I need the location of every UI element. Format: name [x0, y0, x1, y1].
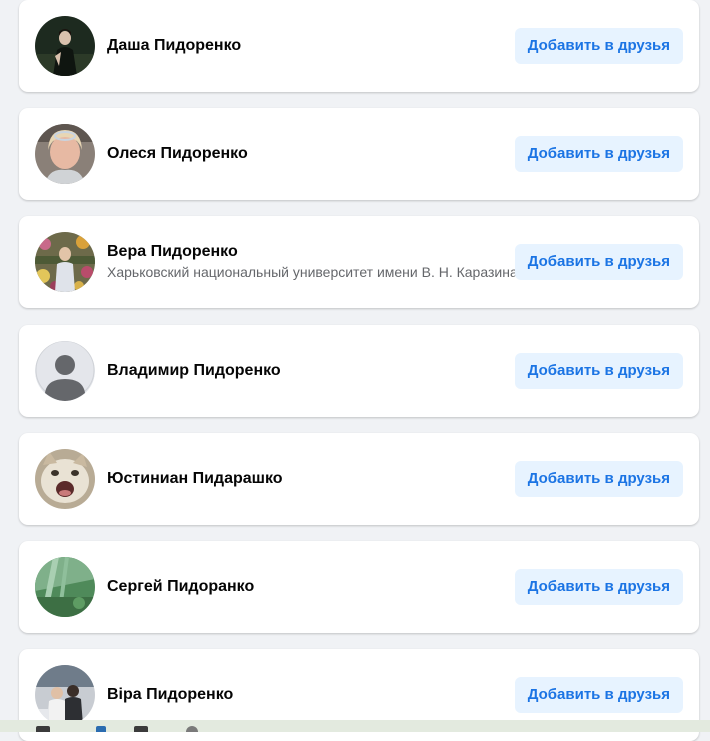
person-card: Олеся Пидоренко Добавить в друзья	[19, 108, 699, 200]
person-name[interactable]: Олеся Пидоренко	[107, 144, 519, 164]
default-avatar-icon[interactable]	[35, 341, 95, 401]
photo-cat-icon[interactable]	[35, 449, 95, 509]
add-friend-button[interactable]: Добавить в друзья	[514, 353, 683, 389]
person-info: Юстиниан Пидарашко	[107, 433, 519, 525]
add-friend-button[interactable]: Добавить в друзья	[514, 136, 683, 172]
person-card: Юстиниан Пидарашко Добавить в друзья	[19, 433, 699, 525]
photo-dark-portrait-icon[interactable]	[35, 16, 95, 76]
add-friend-button[interactable]: Добавить в друзья	[514, 28, 683, 64]
taskbar	[0, 720, 710, 732]
person-card: Сергей Пидоранко Добавить в друзья	[19, 541, 699, 633]
person-info: Вера Пидоренко Харьковский национальный …	[107, 216, 519, 308]
person-name[interactable]: Сергей Пидоранко	[107, 577, 519, 597]
person-name[interactable]: Юстиниан Пидарашко	[107, 469, 519, 489]
photo-woman-blonde-icon[interactable]	[35, 124, 95, 184]
person-card: Вера Пидоренко Харьковский национальный …	[19, 216, 699, 308]
add-friend-button[interactable]: Добавить в друзья	[514, 244, 683, 280]
person-name[interactable]: Вера Пидоренко	[107, 242, 519, 262]
person-info: Даша Пидоренко	[107, 0, 519, 92]
photo-group-icon[interactable]	[35, 665, 95, 725]
person-info: Сергей Пидоранко	[107, 541, 519, 633]
photo-green-landscape-icon[interactable]	[35, 557, 95, 617]
add-friend-button[interactable]: Добавить в друзья	[514, 461, 683, 497]
taskbar-app-icon[interactable]	[134, 726, 148, 732]
taskbar-app-icon[interactable]	[36, 726, 50, 732]
person-card: Владимир Пидоренко Добавить в друзья	[19, 325, 699, 417]
add-friend-button[interactable]: Добавить в друзья	[514, 677, 683, 713]
person-card: Даша Пидоренко Добавить в друзья	[19, 0, 699, 92]
person-name[interactable]: Віра Пидоренко	[107, 685, 519, 705]
person-info: Олеся Пидоренко	[107, 108, 519, 200]
photo-flowers-icon[interactable]	[35, 232, 95, 292]
person-name[interactable]: Даша Пидоренко	[107, 36, 519, 56]
person-name[interactable]: Владимир Пидоренко	[107, 361, 519, 381]
person-subtitle: Харьковский национальный университет име…	[107, 264, 518, 280]
taskbar-app-icon[interactable]	[186, 726, 198, 732]
person-info: Владимир Пидоренко	[107, 325, 519, 417]
taskbar-app-icon[interactable]	[96, 726, 106, 732]
add-friend-button[interactable]: Добавить в друзья	[514, 569, 683, 605]
